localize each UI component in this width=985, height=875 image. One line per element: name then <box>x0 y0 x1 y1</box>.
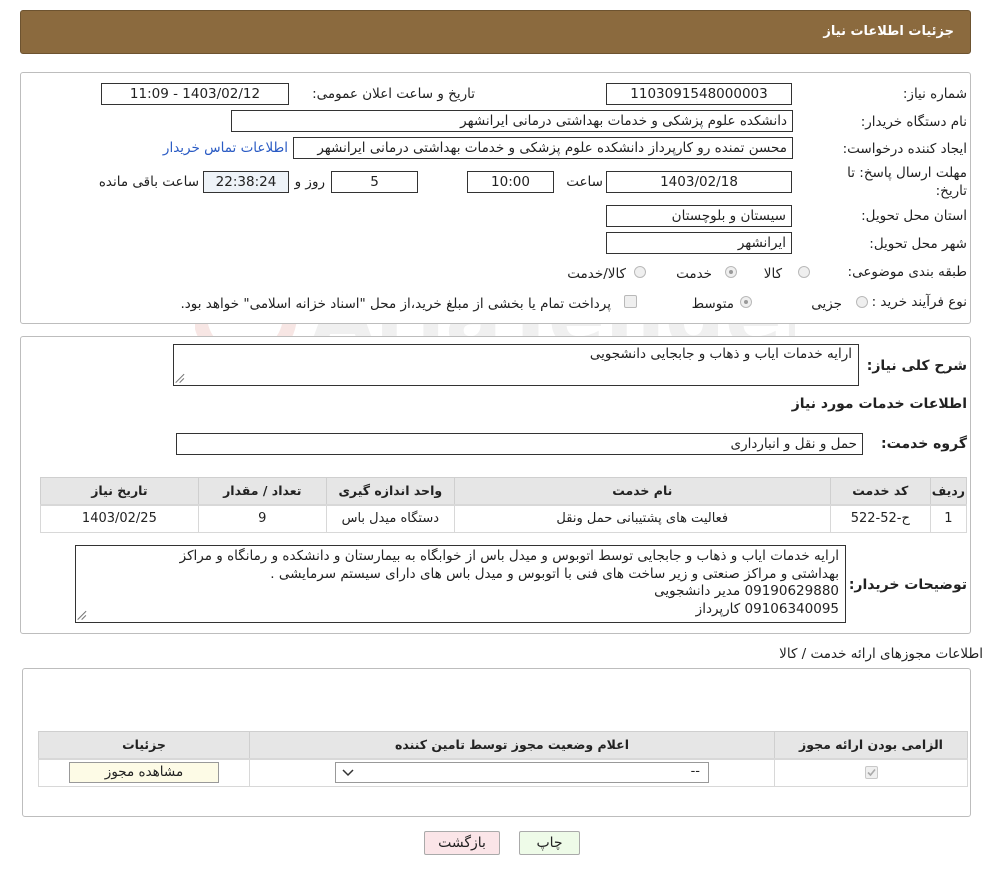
buyer-notes-line-3: 09190629880 مدیر دانشجویی <box>654 583 839 599</box>
col-permit-status: اعلام وضعیت مجوز توسط تامین کننده <box>249 731 775 760</box>
col-permit-details: جزئیات <box>38 731 250 760</box>
days-remaining-field: 5 <box>331 171 418 193</box>
col-service-name: نام خدمت <box>453 477 831 506</box>
permit-required-cell <box>774 758 968 787</box>
view-permit-button[interactable]: مشاهده مجوز <box>69 762 219 784</box>
days-label: روز و <box>294 174 325 190</box>
province-label: استان محل تحویل: <box>861 208 967 224</box>
general-desc-textarea[interactable]: ارایه خدمات ایاب و ذهاب و جابجایی دانشجو… <box>173 344 859 386</box>
permit-required-checkbox <box>864 766 878 780</box>
deadline-date-field: 1403/02/18 <box>606 171 792 193</box>
purchase-radio-medium[interactable] <box>740 296 752 308</box>
general-desc-text: ارایه خدمات ایاب و ذهاب و جابجایی دانشجو… <box>589 346 852 362</box>
buyer-notes-line-4: 09106340095 کارپرداز <box>695 600 839 617</box>
buyer-org-field: دانشکده علوم پزشکی و خدمات بهداشتی درمان… <box>231 110 793 132</box>
buyer-org-label: نام دستگاه خریدار: <box>860 114 967 130</box>
col-row-number: ردیف <box>929 477 968 506</box>
need-number-label: شماره نیاز: <box>902 86 967 102</box>
permit-details-cell: مشاهده مجوز <box>38 758 250 787</box>
col-quantity: تعداد / مقدار <box>197 477 327 506</box>
buyer-notes-label: توضیحات خریدار: <box>848 577 967 593</box>
city-label: شهر محل تحویل: <box>869 236 967 252</box>
service-group-field: حمل و نقل و انبارداری <box>176 433 863 455</box>
category-option-service: خدمت <box>676 266 712 282</box>
col-need-date: تاریخ نیاز <box>40 477 199 506</box>
deadline-label-date: تاریخ: <box>935 183 967 199</box>
permits-section-title: اطلاعات مجوزهای ارائه خدمت / کالا <box>779 646 983 662</box>
requester-label: ایجاد کننده درخواست: <box>842 141 967 157</box>
remaining-time-label: ساعت باقی مانده <box>98 174 199 190</box>
general-desc-label: شرح کلی نیاز: <box>866 358 967 374</box>
category-option-goods: کالا <box>763 266 782 282</box>
purchase-option-minor: جزیی <box>811 296 842 312</box>
announce-date-field: 1403/02/12 - 11:09 <box>101 83 289 105</box>
announce-date-label: تاریخ و ساعت اعلان عمومی: <box>312 86 475 102</box>
resize-grip-icon[interactable] <box>78 611 87 620</box>
category-label: طبقه بندی موضوعی: <box>847 264 967 280</box>
service-group-label: گروه خدمت: <box>881 436 967 452</box>
service-code-cell: ح-52-522 <box>829 504 931 533</box>
services-table: ردیف کد خدمت نام خدمت واحد اندازه گیری ت… <box>40 477 968 533</box>
service-name-cell: فعالیت های پشتیبانی حمل ونقل <box>453 504 831 533</box>
resize-grip-icon[interactable] <box>176 374 185 383</box>
category-radio-goods-service[interactable] <box>634 266 646 278</box>
page-header: جزئیات اطلاعات نیاز <box>20 10 971 54</box>
deadline-time-label: ساعت <box>566 174 603 190</box>
services-section-title: اطلاعات خدمات مورد نیاز <box>791 396 967 412</box>
table-row: -- مشاهده مجوز <box>38 758 968 787</box>
back-button[interactable]: بازگشت <box>424 831 500 855</box>
buyer-notes-textarea[interactable]: ارایه خدمات ایاب و ذهاب و جابجایی توسط ا… <box>75 545 846 623</box>
category-radio-goods[interactable] <box>798 266 810 278</box>
permits-table: الزامی بودن ارائه مجوز اعلام وضعیت مجوز … <box>38 731 968 787</box>
buyer-contact-link[interactable]: اطلاعات تماس خریدار <box>163 140 288 156</box>
col-service-code: کد خدمت <box>829 477 931 506</box>
checkmark-icon <box>866 769 876 777</box>
treasury-payment-note: پرداخت تمام یا بخشی از مبلغ خرید،از محل … <box>180 296 611 312</box>
city-field: ایرانشهر <box>606 232 792 254</box>
buyer-notes-line-1: ارایه خدمات ایاب و ذهاب و جابجایی توسط ا… <box>179 548 839 564</box>
permit-status-cell: -- <box>249 758 775 787</box>
purchase-type-label: نوع فرآیند خرید : <box>871 294 967 310</box>
chevron-down-icon <box>342 769 354 777</box>
page-title: جزئیات اطلاعات نیاز <box>823 24 954 39</box>
requester-field: محسن تمنده رو کارپرداز دانشکده علوم پزشک… <box>293 137 793 159</box>
buyer-notes-line-2: بهداشتی و مراکز صنعتی و زیر ساخت های فنی… <box>270 565 839 582</box>
deadline-time-field: 10:00 <box>467 171 554 193</box>
permit-status-select[interactable]: -- <box>335 762 709 784</box>
print-button[interactable]: چاپ <box>519 831 580 855</box>
need-number-field: 1103091548000003 <box>606 83 792 105</box>
quantity-cell: 9 <box>197 504 327 533</box>
remaining-time-field: 22:38:24 <box>203 171 289 193</box>
permit-status-value: -- <box>690 764 700 780</box>
table-row: 1 ح-52-522 فعالیت های پشتیبانی حمل ونقل … <box>40 504 968 533</box>
col-permit-required: الزامی بودن ارائه مجوز <box>774 731 968 760</box>
permits-table-header: الزامی بودن ارائه مجوز اعلام وضعیت مجوز … <box>38 731 968 760</box>
row-number-cell: 1 <box>929 504 968 533</box>
col-unit: واحد اندازه گیری <box>325 477 455 506</box>
purchase-option-medium: متوسط <box>691 296 734 312</box>
services-table-header: ردیف کد خدمت نام خدمت واحد اندازه گیری ت… <box>40 477 968 506</box>
category-radio-service[interactable] <box>725 266 737 278</box>
province-field: سیستان و بلوچستان <box>606 205 792 227</box>
category-option-goods-service: کالا/خدمت <box>567 266 626 282</box>
unit-cell: دستگاه میدل باس <box>325 504 455 533</box>
need-date-cell: 1403/02/25 <box>40 504 199 533</box>
purchase-radio-minor[interactable] <box>856 296 868 308</box>
treasury-payment-checkbox[interactable] <box>624 295 637 308</box>
deadline-label: مهلت ارسال پاسخ: تا <box>847 165 967 181</box>
